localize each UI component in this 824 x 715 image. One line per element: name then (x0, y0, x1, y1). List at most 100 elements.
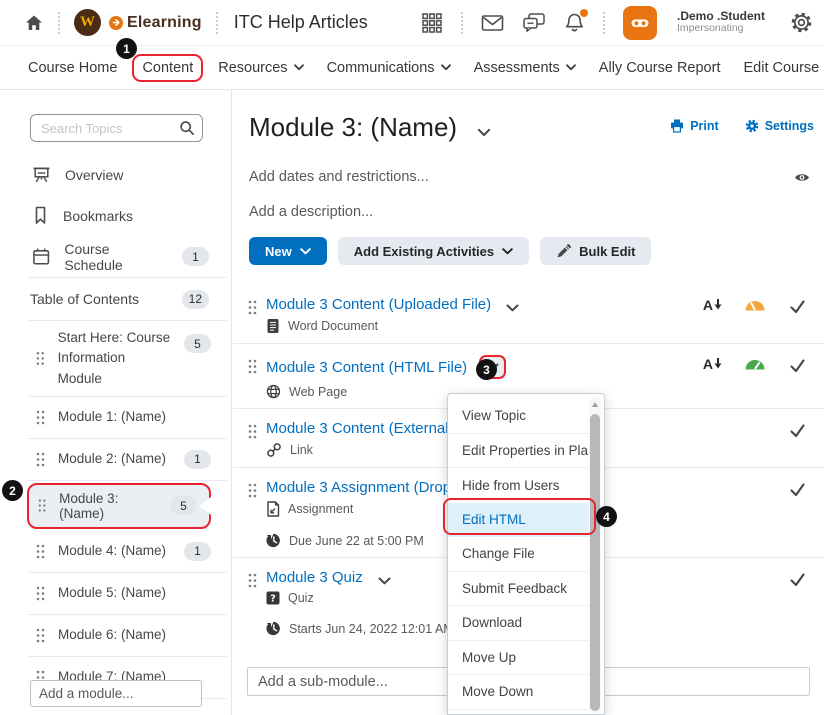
content-link[interactable]: Module 3 Content (HTML File) (266, 359, 467, 376)
chevron-down-icon[interactable] (378, 577, 391, 585)
count-badge: 12 (182, 290, 209, 309)
sidebar-item-label: Course Schedule (64, 241, 168, 273)
module-label: Module 1: (Name) (58, 407, 166, 427)
nav-item-course-home[interactable]: Course Home (28, 60, 117, 76)
module-label: Module 3: (Name) (59, 491, 157, 521)
page-title: ITC Help Articles (234, 12, 368, 33)
user-info[interactable]: .Demo .Student Impersonating (677, 10, 765, 35)
nav-item-resources[interactable]: Resources (218, 60, 303, 76)
visibility-eye-icon[interactable] (794, 172, 810, 183)
wmu-logo[interactable]: W (74, 9, 101, 36)
drag-handle-icon[interactable] (36, 544, 45, 559)
content-link[interactable]: Module 3 Content (Uploaded File) (266, 296, 491, 313)
menu-item-submit-feedback[interactable]: Submit Feedback (448, 572, 589, 607)
nav-item-edit-course[interactable]: Edit Course (743, 60, 819, 76)
sidebar-item-label: Bookmarks (63, 208, 133, 224)
calendar-icon (32, 247, 50, 266)
bulk-edit-button[interactable]: Bulk Edit (540, 237, 651, 265)
drag-handle-icon[interactable] (36, 452, 45, 467)
nav-item-communications[interactable]: Communications (327, 60, 451, 76)
menu-item-change-file[interactable]: Change File (448, 537, 589, 572)
home-icon[interactable] (24, 13, 44, 33)
drag-handle-icon[interactable] (36, 351, 45, 366)
sidebar-module-4[interactable]: Module 4: (Name) 1 (0, 531, 231, 572)
sidebar-item-course-schedule[interactable]: Course Schedule 1 (0, 236, 231, 277)
add-description-link[interactable]: Add a description... (249, 204, 810, 220)
divider (58, 12, 60, 34)
elearning-content-page: W Elearning ITC Help Articles (0, 0, 824, 715)
search-icon[interactable] (179, 120, 195, 136)
drag-handle-icon[interactable] (36, 586, 45, 601)
mail-icon[interactable] (481, 14, 504, 32)
content-link[interactable]: Module 3 Quiz (266, 569, 363, 586)
menu-item-view-topic[interactable]: View Topic (448, 399, 589, 434)
count-badge: 5 (170, 496, 197, 515)
chat-icon[interactable] (522, 12, 546, 33)
menu-item-edit-properties[interactable]: Edit Properties in Pla... (448, 434, 589, 469)
menu-item-edit-html[interactable]: Edit HTML (448, 503, 589, 538)
sidebar-item-table-of-contents[interactable]: Table of Contents 12 (0, 278, 231, 320)
ally-alternative-formats-icon[interactable]: A (703, 357, 722, 371)
menu-scrollbar[interactable] (589, 397, 601, 714)
sidebar-module-3-selected[interactable]: Module 3: (Name) 5 (27, 483, 211, 529)
step-badge-3: 3 (476, 359, 497, 380)
drag-handle-icon[interactable] (248, 300, 257, 315)
sidebar-module-2[interactable]: Module 2: (Name) 1 (0, 439, 231, 480)
drag-handle-icon[interactable] (248, 483, 257, 498)
ally-score-gauge-green-icon[interactable] (744, 357, 766, 370)
menu-item-download[interactable]: Download (448, 606, 589, 641)
scrollbar-thumb[interactable] (590, 414, 600, 711)
settings-button[interactable]: Settings (745, 119, 814, 133)
completion-check-icon (789, 422, 806, 439)
sidebar-item-label: Overview (65, 167, 123, 183)
elearning-logo[interactable]: Elearning (109, 14, 202, 32)
divider (216, 12, 218, 34)
nav-item-content[interactable]: Content (132, 54, 203, 82)
chevron-down-icon[interactable] (506, 304, 519, 312)
menu-item-move-down[interactable]: Move Down (448, 675, 589, 710)
add-dates-link[interactable]: Add dates and restrictions... (249, 169, 429, 185)
sidebar-module-start-here[interactable]: Start Here: Course Information Module 5 (0, 321, 231, 396)
bookmark-icon (32, 206, 49, 225)
drag-handle-icon[interactable] (248, 359, 257, 374)
add-module-input[interactable] (30, 680, 202, 707)
chevron-down-icon (294, 64, 304, 71)
drag-handle-icon[interactable] (248, 573, 257, 588)
web-page-globe-icon (266, 384, 281, 399)
impersonation-avatar[interactable] (623, 6, 657, 40)
completion-check-icon (789, 357, 806, 374)
new-button[interactable]: New (249, 237, 327, 265)
sidebar-item-bookmarks[interactable]: Bookmarks (0, 195, 231, 236)
selected-pointer (199, 497, 211, 515)
sidebar-module-5[interactable]: Module 5: (Name) (0, 573, 231, 614)
notification-dot (580, 9, 588, 17)
ally-score-gauge-orange-icon[interactable] (744, 298, 766, 311)
sidebar-module-1[interactable]: Module 1: (Name) (0, 397, 231, 438)
print-button[interactable]: Print (670, 119, 718, 133)
sidebar-item-overview[interactable]: Overview (0, 154, 231, 195)
drag-handle-icon[interactable] (38, 498, 46, 513)
drag-handle-icon[interactable] (36, 628, 45, 643)
scroll-up-arrow-icon[interactable] (592, 402, 598, 407)
gear-icon[interactable] (789, 10, 814, 35)
menu-item-move-up[interactable]: Move Up (448, 641, 589, 676)
chevron-down-icon[interactable] (477, 128, 491, 137)
add-existing-activities-button[interactable]: Add Existing Activities (338, 237, 529, 265)
ally-alternative-formats-icon[interactable]: A (703, 298, 722, 312)
module-label: Start Here: Course Information Module (58, 328, 171, 389)
notifications-bell-icon[interactable] (564, 12, 585, 34)
module-label: Module 6: (Name) (58, 625, 166, 645)
content-type-label: Web Page (289, 385, 347, 399)
drag-handle-icon[interactable] (248, 424, 257, 439)
drag-handle-icon[interactable] (36, 410, 45, 425)
divider (461, 12, 463, 34)
content-type-label: Link (290, 443, 313, 457)
app-grid-icon[interactable] (421, 12, 443, 34)
menu-item-hide-from-users[interactable]: Hide from Users (448, 468, 589, 503)
sidebar-module-6[interactable]: Module 6: (Name) (0, 615, 231, 656)
content-link[interactable]: Module 3 Assignment (Dropbox (266, 479, 475, 496)
search-input[interactable] (30, 114, 203, 142)
divider (28, 480, 227, 481)
nav-item-assessments[interactable]: Assessments (474, 60, 576, 76)
nav-item-ally-course-report[interactable]: Ally Course Report (599, 60, 721, 76)
